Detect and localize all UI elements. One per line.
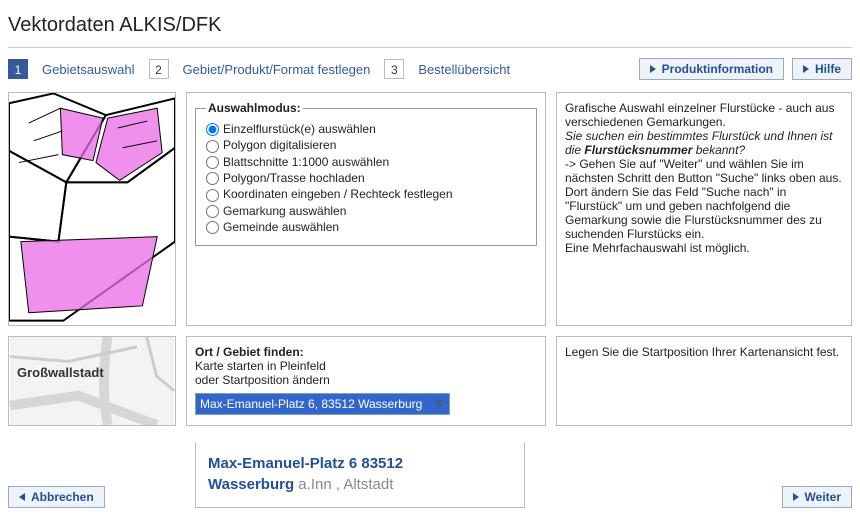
help-text-2: Sie suchen ein bestimmtes Flurstück und … (565, 129, 843, 157)
help-label: Hilfe (815, 62, 841, 76)
divider (8, 47, 852, 48)
close-icon: ✕ (434, 397, 443, 410)
radio-gemarkung[interactable] (206, 205, 219, 218)
radio-polygon[interactable] (206, 140, 219, 153)
help-panel: Grafische Auswahl einzelner Flurstücke -… (556, 92, 852, 326)
step-3-label[interactable]: Bestellübersicht (418, 62, 510, 77)
row-startposition: Großwallstadt Ort / Gebiet finden: Karte… (8, 336, 852, 426)
startposition-input[interactable] (195, 393, 450, 415)
step-3-number[interactable]: 3 (384, 59, 404, 79)
autocomplete-item-sub[interactable]: Wasserburg a.Inn , Altstadt (208, 474, 512, 495)
radio-gemeinde[interactable] (206, 221, 219, 234)
help-button[interactable]: Hilfe (792, 58, 852, 80)
mode-option-coords[interactable]: Koordinaten eingeben / Rechteck festlege… (206, 186, 526, 202)
wizard-header: 1 Gebietsauswahl 2 Gebiet/Produkt/Format… (8, 58, 852, 80)
mode-option-single-parcel[interactable]: Einzelflurstück(e) auswählen (206, 121, 526, 137)
chevron-left-icon (19, 493, 25, 501)
step-nav: 1 Gebietsauswahl 2 Gebiet/Produkt/Format… (8, 59, 625, 79)
autocomplete-item[interactable]: Max-Emanuel-Platz 6 83512 (208, 453, 512, 474)
radio-sheets[interactable] (206, 156, 219, 169)
help-text-4: Eine Mehrfachauswahl ist möglich. (565, 241, 843, 255)
mode-option-polygon[interactable]: Polygon digitalisieren (206, 137, 526, 153)
radio-upload[interactable] (206, 172, 219, 185)
mode-option-sheets[interactable]: Blattschnitte 1:1000 auswählen (206, 154, 526, 170)
radio-coords[interactable] (206, 189, 219, 202)
cancel-label: Abbrechen (31, 490, 94, 504)
startposition-line2: oder Startposition ändern (195, 373, 537, 387)
row-selection: Auswahlmodus: Einzelflurstück(e) auswähl… (8, 92, 852, 326)
mode-option-gemarkung[interactable]: Gemarkung auswählen (206, 203, 526, 219)
autocomplete-dropdown: Max-Emanuel-Platz 6 83512 Wasserburg a.I… (195, 443, 525, 508)
startposition-line1: Karte starten in Pleinfeld (195, 359, 537, 373)
chevron-right-icon (793, 493, 799, 501)
locator-map-icon (9, 337, 175, 425)
next-button[interactable]: Weiter (782, 486, 852, 508)
product-info-label: Produktinformation (662, 62, 773, 76)
step-1-number[interactable]: 1 (8, 59, 28, 79)
cancel-button[interactable]: Abbrechen (8, 486, 105, 508)
product-info-button[interactable]: Produktinformation (639, 58, 784, 80)
selection-mode-legend: Auswahlmodus: (206, 101, 303, 115)
help-text-1: Grafische Auswahl einzelner Flurstücke -… (565, 101, 843, 129)
help-text-3: -> Gehen Sie auf "Weiter" und wählen Sie… (565, 157, 843, 241)
step-1-label[interactable]: Gebietsauswahl (42, 62, 135, 77)
page-title: Vektordaten ALKIS/DFK (8, 14, 852, 37)
startposition-panel: Ort / Gebiet finden: Karte starten in Pl… (186, 336, 546, 426)
step-2-label[interactable]: Gebiet/Produkt/Format festlegen (183, 62, 371, 77)
cadastral-map-icon (9, 93, 175, 325)
startposition-help-text: Legen Sie die Startposition Ihrer Karten… (565, 345, 839, 359)
locator-town-label: Großwallstadt (17, 365, 104, 380)
locator-map[interactable]: Großwallstadt (8, 336, 176, 426)
mode-option-gemeinde[interactable]: Gemeinde auswählen (206, 219, 526, 235)
startposition-help: Legen Sie die Startposition Ihrer Karten… (556, 336, 852, 426)
mode-option-upload[interactable]: Polygon/Trasse hochladen (206, 170, 526, 186)
startposition-legend: Ort / Gebiet finden: (195, 345, 537, 359)
step-2-number[interactable]: 2 (149, 59, 169, 79)
selection-mode-panel: Auswahlmodus: Einzelflurstück(e) auswähl… (186, 92, 546, 326)
chevron-right-icon (650, 65, 656, 73)
radio-single-parcel[interactable] (206, 123, 219, 136)
next-label: Weiter (805, 490, 841, 504)
selection-mode-fieldset: Auswahlmodus: Einzelflurstück(e) auswähl… (195, 101, 537, 246)
chevron-right-icon (803, 65, 809, 73)
clear-input-button[interactable]: ✕ (432, 396, 446, 410)
map-preview[interactable] (8, 92, 176, 326)
